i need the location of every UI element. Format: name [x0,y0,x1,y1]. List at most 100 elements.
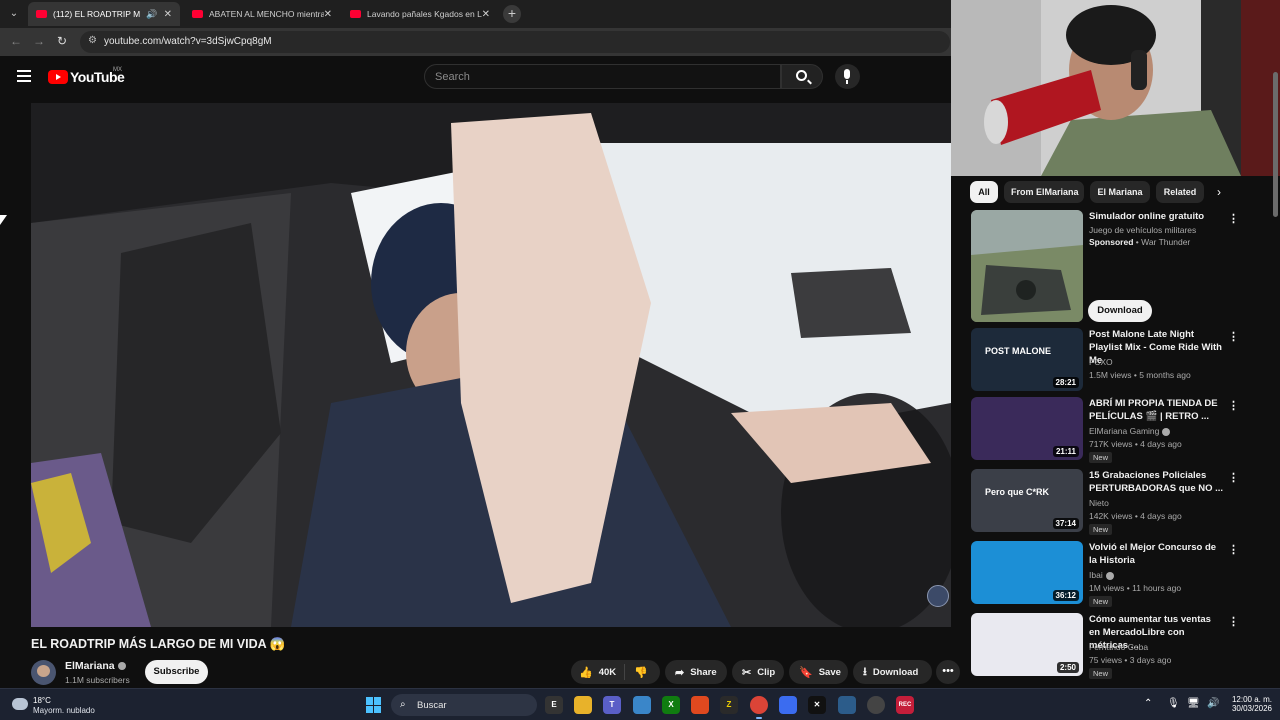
channel-name[interactable]: Ibai [1089,570,1114,580]
reload-icon[interactable]: ↻ [57,34,67,48]
tab-roadtrip[interactable]: (112) EL ROADTRIP MÁS LA 🔊 ✕ [28,2,180,26]
scrollbar[interactable] [1270,62,1280,688]
channel-name[interactable]: ElMariana Gaming [1089,426,1171,436]
new-badge: New [1089,524,1113,535]
video-title[interactable]: Volvió el Mejor Concurso de la Historia [1089,541,1224,567]
more-actions-icon[interactable]: ••• [936,660,960,684]
related-video-item[interactable]: 21:11 ABRÍ MI PROPIA TIENDA DE PELÍCULAS … [971,397,1251,463]
like-dislike-group: 👍 40K 👎 [571,660,660,684]
sponsored-thumbnail[interactable] [971,210,1083,322]
app-red-icon[interactable] [691,696,709,714]
clip-button[interactable]: ✂ Clip [732,660,784,684]
voice-search-mic-icon[interactable] [835,64,860,89]
video-thumbnail[interactable]: 21:11 [971,397,1083,460]
video-meta: 142K views • 4 days ago [1089,511,1182,521]
channel-name[interactable]: Fernando Coba [1089,642,1148,652]
close-tab-icon[interactable]: ✕ [482,9,490,20]
menu-hamburger-icon[interactable] [17,70,31,85]
video-thumbnail[interactable]: Pero que C*RK 37:14 [971,469,1083,532]
tab-mencho[interactable]: ABATEN AL MENCHO mientras ✕ [184,2,340,26]
more-options-icon[interactable]: ⋮ [1228,543,1239,556]
channel-name[interactable]: FCXO [1089,357,1113,367]
search-button[interactable] [781,64,823,89]
more-options-icon[interactable]: ⋮ [1228,212,1239,225]
taskbar-search[interactable]: ⌕ Buscar [391,694,537,716]
channel-name[interactable]: ElMariana [65,660,126,672]
network-icon[interactable]: 🖥 [1187,698,1200,709]
site-info-icon[interactable]: ⚙ [88,35,97,46]
tray-chevron-up-icon[interactable]: ⌃ [1144,698,1152,709]
file-explorer-icon[interactable] [574,696,592,714]
related-video-item[interactable]: POST MALONE 28:21 Post Malone Late Night P… [971,328,1251,394]
share-button[interactable]: ➦ Share [665,660,727,684]
forward-arrow-icon[interactable]: → [33,34,45,48]
video-title[interactable]: 15 Grabaciones Policiales PERTURBADORAS … [1089,469,1224,495]
new-tab-button[interactable]: + [503,5,521,23]
dislike-button[interactable]: 👎 [625,666,648,679]
video-title[interactable]: ABRÍ MI PROPIA TIENDA DE PELÍCULAS 🎬 | R… [1089,397,1224,423]
subscribe-button[interactable]: Subscribe [145,660,208,684]
weather-temperature[interactable]: 18°C [33,696,51,705]
recorder-icon[interactable]: REC [896,696,914,714]
close-tab-icon[interactable]: ✕ [324,9,332,20]
channel-avatar[interactable] [31,660,56,685]
chip-from-channel[interactable]: From ElMariana [1004,181,1084,203]
system-clock[interactable]: 12:00 a. m. 30/03/2026 [1224,695,1272,713]
cloud-weather-icon[interactable] [12,698,28,710]
video-title: EL ROADTRIP MÁS LARGO DE MI VIDA 😱 [31,637,286,651]
xbox-icon[interactable]: X [662,696,680,714]
more-options-icon[interactable]: ⋮ [1228,399,1239,412]
save-button[interactable]: 🔖 Save [789,660,848,684]
chip-all[interactable]: All [970,181,998,203]
scrollbar-thumb[interactable] [1273,72,1278,217]
speaker-icon[interactable]: 🔊 [146,9,157,20]
sponsored-download-button[interactable]: Download [1088,300,1152,322]
app-paint-icon[interactable] [838,696,856,714]
teams-icon[interactable]: T [603,696,621,714]
volume-icon[interactable]: 🔊 [1207,698,1219,709]
capcut-icon[interactable]: ✕ [808,696,826,714]
app-gear-icon[interactable] [867,696,885,714]
like-button[interactable]: 👍 40K [571,664,625,680]
app-blue-icon[interactable] [779,696,797,714]
sponsored-item[interactable]: Simulador online gratuito Juego de vehíc… [971,210,1251,324]
youtube-play-logo-icon [48,70,68,84]
back-arrow-icon[interactable]: ← [10,34,22,48]
channel-watermark-icon[interactable] [927,585,949,607]
chrome-icon[interactable] [750,696,768,719]
address-bar[interactable]: ⚙ youtube.com/watch?v=3dSjwCpq8gM [80,31,950,53]
chip-el-mariana[interactable]: El Mariana [1090,181,1150,203]
video-duration: 2:50 [1056,662,1079,673]
search-input[interactable]: Search [424,64,781,89]
epic-games-icon[interactable]: E [545,696,563,714]
more-options-icon[interactable]: ⋮ [1228,471,1239,484]
youtube-favicon-icon [192,10,203,18]
download-button[interactable]: ⭳ Download [853,660,932,684]
close-tab-icon[interactable]: ✕ [164,9,172,20]
new-badge: New [1089,668,1113,679]
tab-panales[interactable]: Lavando pañales Kgados en La ✕ [342,2,498,26]
search-icon [796,70,807,81]
channel-name[interactable]: Nieto [1089,498,1109,508]
related-video-item[interactable]: Pero que C*RK 37:14 15 Grabaciones Policia… [971,469,1251,535]
microphone-tray-icon[interactable]: 🎙 [1167,698,1180,709]
related-video-item[interactable]: 36:12 Volvió el Mejor Concurso de la Hist… [971,541,1251,607]
store-icon[interactable] [633,696,651,714]
chevron-right-icon[interactable]: › [1217,185,1221,199]
related-video-item[interactable]: 2:50 Cómo aumentar tus ventas en MercadoL… [971,613,1251,679]
share-arrow-icon: ➦ [675,666,685,679]
weather-description[interactable]: Mayorm. nublado [33,706,95,715]
tab-search-chevron-icon[interactable]: ⌄ [6,6,22,22]
video-player[interactable] [31,103,951,627]
video-thumbnail[interactable]: 2:50 [971,613,1083,676]
more-options-icon[interactable]: ⋮ [1228,330,1239,343]
sponsored-title[interactable]: Simulador online gratuito [1089,210,1224,223]
url-text[interactable]: youtube.com/watch?v=3dSjwCpq8gM [104,36,272,47]
chip-related[interactable]: Related [1156,181,1204,203]
video-thumbnail[interactable]: POST MALONE 28:21 [971,328,1083,391]
video-thumbnail[interactable]: 36:12 [971,541,1083,604]
more-options-icon[interactable]: ⋮ [1228,615,1239,628]
youtube-favicon-icon [36,10,47,18]
app-z-icon[interactable]: Z [720,696,738,714]
windows-start-icon[interactable] [366,697,382,713]
